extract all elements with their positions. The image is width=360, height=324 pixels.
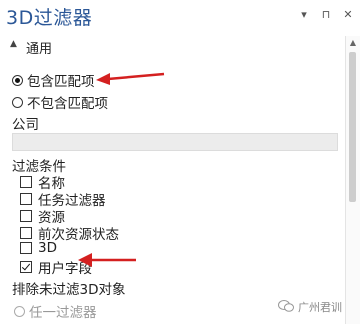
section-label: 通用 [26,42,53,57]
annotation-arrow-2 [78,253,136,267]
company-field[interactable] [12,133,338,151]
radio-label: 任一过滤器 [29,305,97,321]
checkbox-label: 3D [38,240,57,256]
panel-title: 3D过滤器 [6,7,93,29]
exclude-label-row: 排除未过滤3D对象 [12,278,125,298]
close-icon[interactable]: ✕ [342,8,354,22]
radio-button-checked[interactable] [12,74,23,86]
exclude-label: 排除未过滤3D对象 [12,282,126,298]
checkbox[interactable] [20,242,32,254]
section-header-general[interactable]: ▲ 通用 [0,36,346,58]
checkbox[interactable] [20,193,32,205]
radio-any-filter[interactable]: 任一过滤器 [14,301,97,321]
collapse-chevron-icon[interactable]: ▲ [10,39,17,49]
title-bar: 3D过滤器 ▾ ⊓ ✕ [0,0,360,34]
vertical-scrollbar[interactable]: ▲ [345,36,360,324]
checkbox[interactable] [20,227,32,239]
watermark: 广州君训 [278,299,342,315]
company-label: 公司 [12,117,39,133]
pin-icon[interactable]: ⊓ [320,8,332,22]
annotation-arrow-1 [96,72,165,85]
radio-button-disabled[interactable] [14,305,25,317]
radio-button[interactable] [12,96,23,108]
filter-panel: 3D过滤器 ▾ ⊓ ✕ ▲ 通用 包含匹配项 不包含匹配项 公司 过滤条件 名称… [0,0,360,324]
wechat-icon [278,299,294,315]
title-bar-controls: ▾ ⊓ ✕ [298,8,354,22]
dropdown-icon[interactable]: ▾ [298,8,310,22]
watermark-text: 广州君训 [298,301,342,314]
radio-exclude-matches[interactable]: 不包含匹配项 [12,92,108,112]
company-label-row: 公司 [12,113,39,133]
radio-include-matches[interactable]: 包含匹配项 [12,70,95,90]
scroll-thumb[interactable] [349,52,356,202]
radio-label: 不包含匹配项 [27,96,108,112]
radio-label: 包含匹配项 [27,74,95,90]
scroll-up-icon[interactable]: ▲ [346,38,360,47]
checkbox[interactable] [20,210,32,222]
checkbox-checked[interactable] [20,261,32,273]
checkbox[interactable] [20,176,32,188]
checkbox-row-3d[interactable]: 3D [20,240,57,256]
